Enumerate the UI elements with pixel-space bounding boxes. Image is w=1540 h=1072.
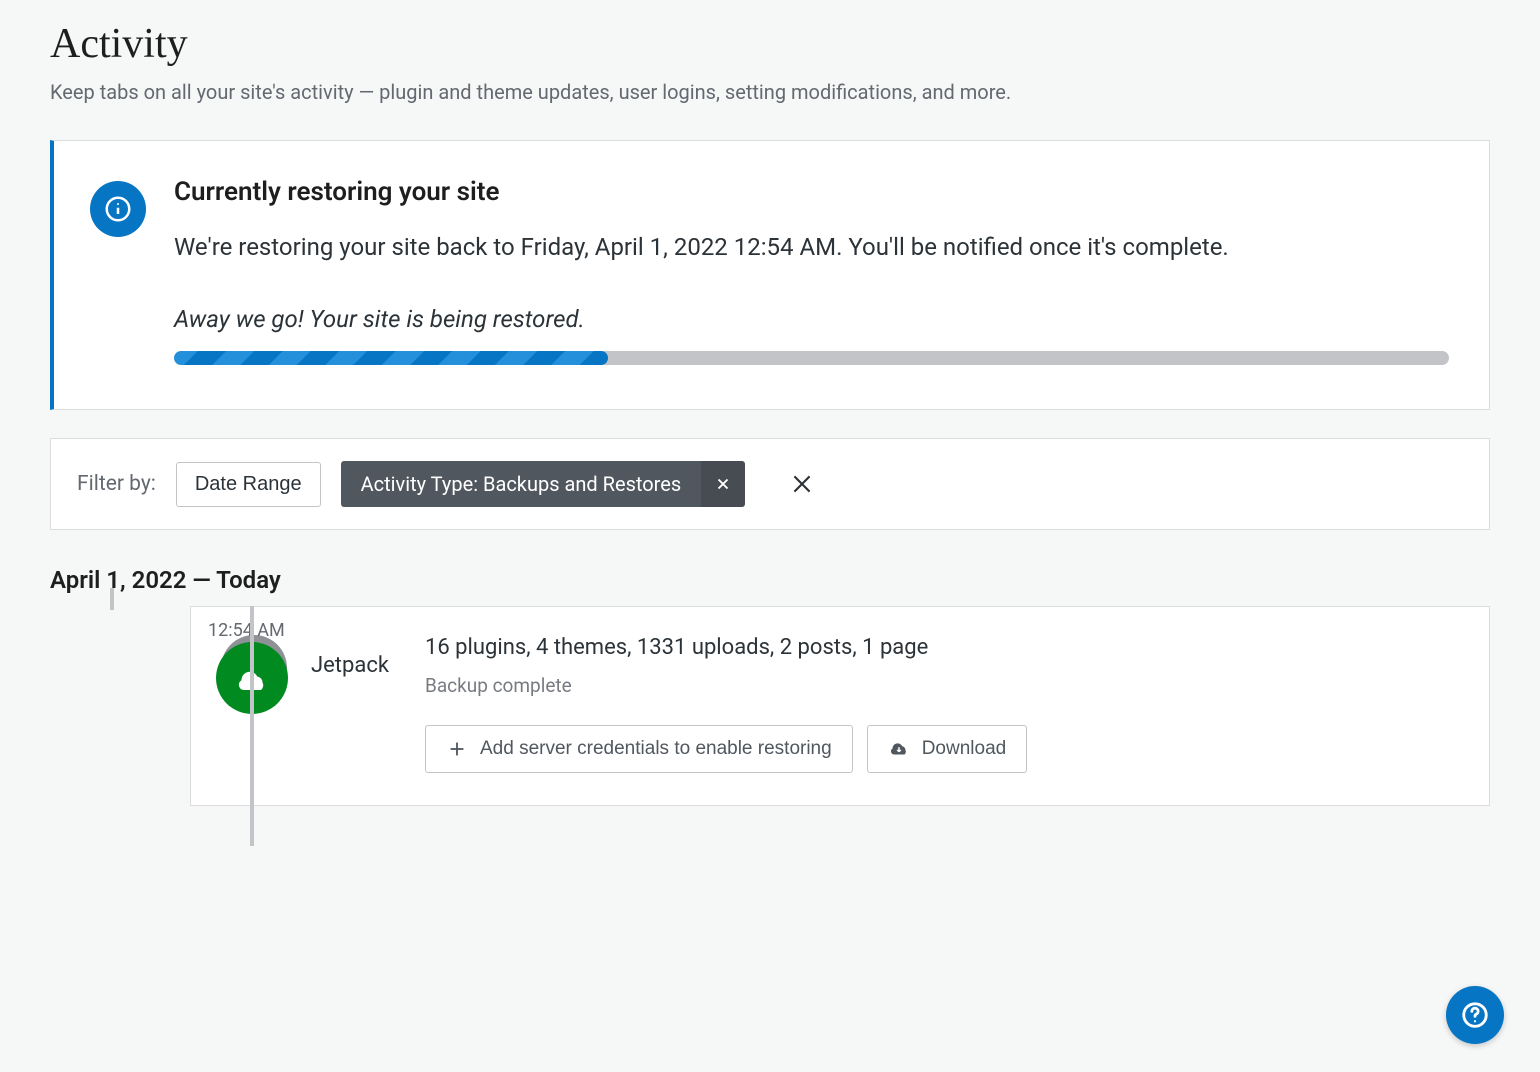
filter-bar: Filter by: Date Range Activity Type: Bac…: [50, 438, 1490, 530]
progress-fill: [174, 351, 608, 365]
activity-card: Jetpack 16 plugins, 4 themes, 1331 uploa…: [190, 606, 1490, 806]
restore-title: Currently restoring your site: [174, 177, 1449, 207]
date-range-button[interactable]: Date Range: [176, 462, 321, 507]
download-button[interactable]: Download: [867, 725, 1028, 773]
restore-notice-card: Currently restoring your site We're rest…: [50, 140, 1490, 410]
activity-summary: 16 plugins, 4 themes, 1331 uploads, 2 po…: [425, 635, 1459, 660]
download-label: Download: [922, 738, 1007, 760]
chip-close-icon[interactable]: [701, 461, 745, 507]
timeline-time: 12:54 AM: [208, 620, 285, 641]
timeline-date-heading: April 1, 2022 — Today: [50, 566, 1490, 594]
add-credentials-button[interactable]: Add server credentials to enable restori…: [425, 725, 853, 773]
filter-label: Filter by:: [77, 472, 156, 496]
page-subtitle: Keep tabs on all your site's activity — …: [50, 80, 1490, 104]
page-title: Activity: [50, 20, 1490, 68]
timeline: 12:54 AM Jetpack 16 plugins, 4 themes, 1…: [50, 606, 1490, 806]
progress-bar: [174, 351, 1449, 365]
clear-filters-icon[interactable]: [789, 471, 815, 497]
plus-icon: [446, 738, 468, 760]
restore-message: We're restoring your site back to Friday…: [174, 229, 1449, 265]
help-button[interactable]: [1446, 986, 1504, 1044]
cloud-download-icon: [888, 738, 910, 760]
activity-type-chip: Activity Type: Backups and Restores: [341, 461, 746, 507]
add-credentials-label: Add server credentials to enable restori…: [480, 738, 832, 760]
activity-type-chip-label: Activity Type: Backups and Restores: [341, 461, 702, 507]
info-icon: [90, 181, 146, 237]
question-icon: [1460, 1000, 1490, 1030]
activity-status: Backup complete: [425, 674, 1459, 697]
activity-source: Jetpack: [311, 653, 401, 678]
timeline-entry: 12:54 AM Jetpack 16 plugins, 4 themes, 1…: [190, 606, 1490, 806]
restore-status: Away we go! Your site is being restored.: [174, 305, 1449, 333]
